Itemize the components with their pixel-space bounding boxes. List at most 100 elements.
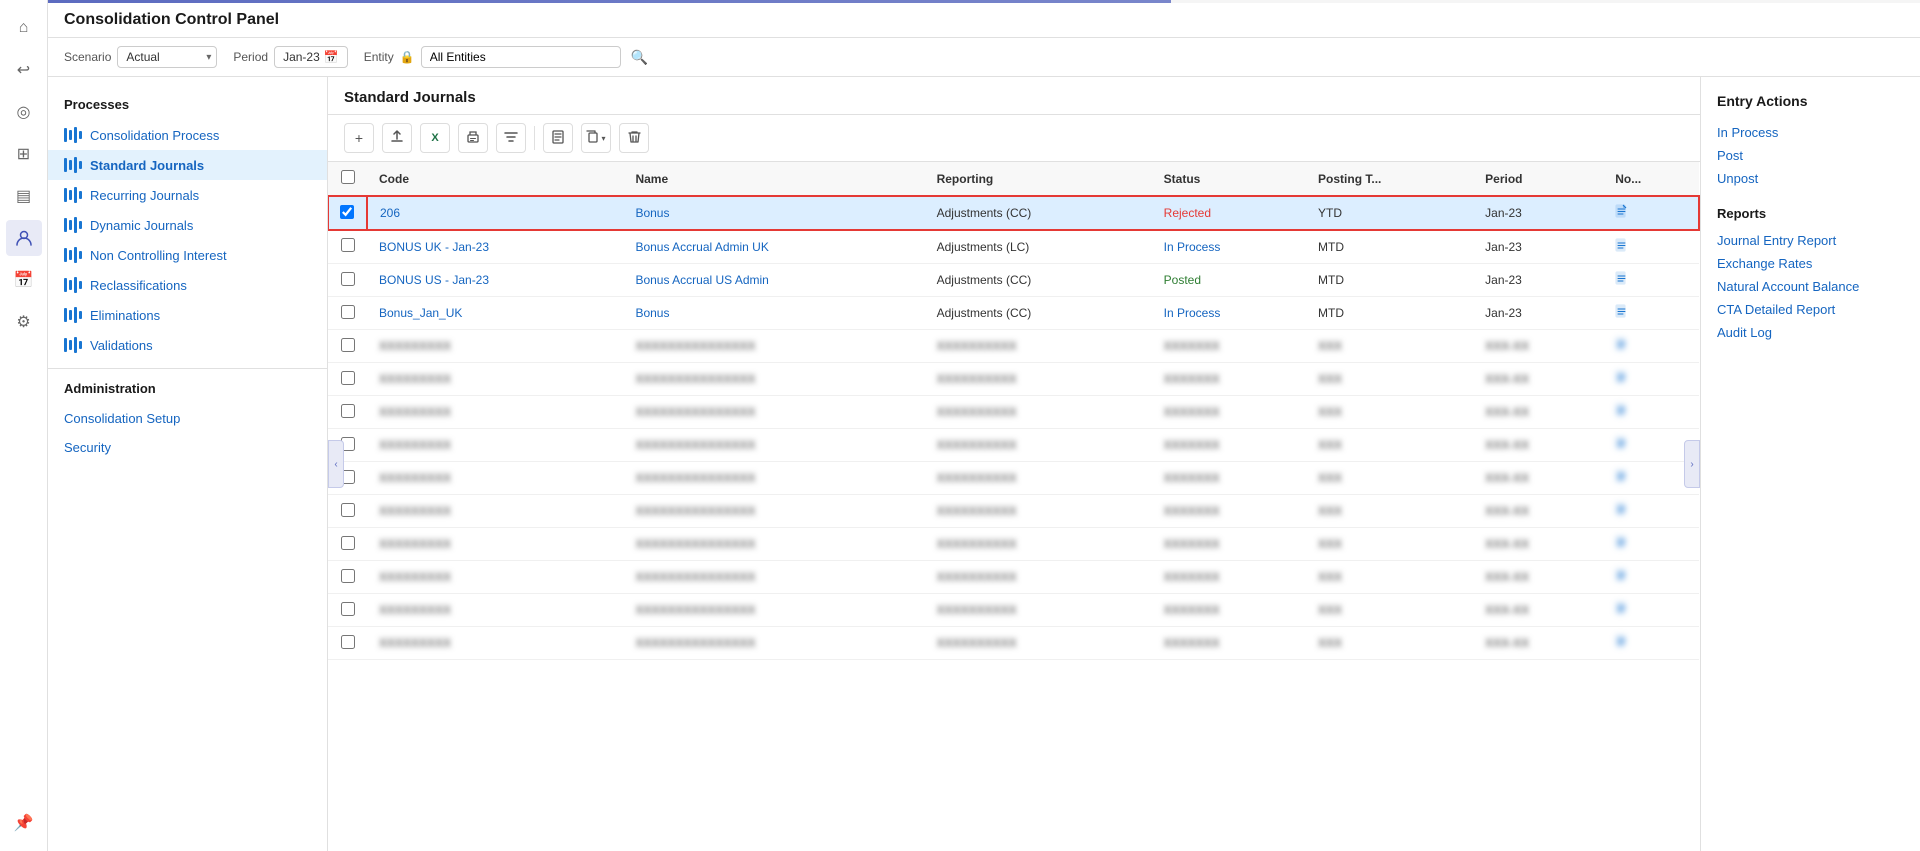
row-doc-icon-cell[interactable] [1603, 363, 1699, 396]
report-audit-log[interactable]: Audit Log [1717, 321, 1904, 344]
row-doc-icon-cell[interactable] [1603, 196, 1699, 230]
sidebar-item-reclassifications[interactable]: Reclassifications [48, 270, 327, 300]
row-doc-icon-cell[interactable] [1603, 594, 1699, 627]
row-doc-icon[interactable] [1615, 439, 1628, 454]
name-link[interactable]: Bonus Accrual US Admin [635, 273, 768, 287]
table-row[interactable]: Bonus_Jan_UK Bonus Adjustments (CC) In P… [328, 297, 1699, 330]
row-doc-icon[interactable] [1615, 307, 1628, 322]
pin-icon[interactable]: 📌 [6, 805, 42, 841]
row-name[interactable]: Bonus Accrual Admin UK [623, 230, 924, 264]
row-checkbox[interactable] [341, 371, 355, 385]
sidebar-item-nci[interactable]: Non Controlling Interest [48, 240, 327, 270]
doc-button[interactable] [543, 123, 573, 153]
person-icon[interactable] [6, 220, 42, 256]
table-row[interactable]: BONUS US - Jan-23 Bonus Accrual US Admin… [328, 264, 1699, 297]
table-row[interactable]: XXXXXXXXX XXXXXXXXXXXXXXX XXXXXXXXXX XXX… [328, 429, 1699, 462]
upload-button[interactable] [382, 123, 412, 153]
row-doc-icon-cell[interactable] [1603, 627, 1699, 660]
add-button[interactable]: + [344, 123, 374, 153]
row-doc-icon-cell[interactable] [1603, 297, 1699, 330]
sidebar-item-standard-journals[interactable]: Standard Journals [48, 150, 327, 180]
settings-icon[interactable]: ⚙ [6, 304, 42, 340]
row-checkbox[interactable] [341, 536, 355, 550]
row-doc-icon[interactable] [1615, 406, 1628, 421]
report-natural-account-balance[interactable]: Natural Account Balance [1717, 275, 1904, 298]
report-exchange-rates[interactable]: Exchange Rates [1717, 252, 1904, 275]
row-code[interactable]: Bonus_Jan_UK [367, 297, 623, 330]
row-doc-icon[interactable] [1615, 274, 1628, 289]
row-name[interactable]: Bonus [623, 297, 924, 330]
sidebar-item-recurring-journals[interactable]: Recurring Journals [48, 180, 327, 210]
code-link[interactable]: 206 [380, 206, 400, 220]
action-unpost[interactable]: Unpost [1717, 167, 1904, 190]
row-doc-icon[interactable] [1615, 373, 1628, 388]
excel-button[interactable]: X [420, 123, 450, 153]
sidebar-item-consolidation-process[interactable]: Consolidation Process [48, 120, 327, 150]
action-post[interactable]: Post [1717, 144, 1904, 167]
action-in-process[interactable]: In Process [1717, 121, 1904, 144]
row-doc-icon[interactable] [1615, 207, 1628, 222]
row-doc-icon[interactable] [1615, 571, 1628, 586]
row-checkbox[interactable] [341, 338, 355, 352]
row-checkbox[interactable] [340, 205, 354, 219]
back-icon[interactable]: ↩ [6, 52, 42, 88]
row-checkbox[interactable] [341, 404, 355, 418]
home-icon[interactable]: ⌂ [6, 10, 42, 46]
row-doc-icon-cell[interactable] [1603, 528, 1699, 561]
entity-input[interactable] [421, 46, 621, 68]
row-checkbox[interactable] [341, 569, 355, 583]
row-code[interactable]: BONUS UK - Jan-23 [367, 230, 623, 264]
row-checkbox[interactable] [341, 238, 355, 252]
row-checkbox[interactable] [341, 503, 355, 517]
code-link[interactable]: Bonus_Jan_UK [379, 306, 462, 320]
row-doc-icon[interactable] [1615, 241, 1628, 256]
row-doc-icon-cell[interactable] [1603, 330, 1699, 363]
select-all-checkbox[interactable] [341, 170, 355, 184]
row-checkbox[interactable] [341, 305, 355, 319]
row-doc-icon-cell[interactable] [1603, 495, 1699, 528]
code-link[interactable]: BONUS US - Jan-23 [379, 273, 489, 287]
chart-icon[interactable]: ▤ [6, 178, 42, 214]
row-doc-icon-cell[interactable] [1603, 264, 1699, 297]
row-checkbox[interactable] [341, 602, 355, 616]
row-doc-icon-cell[interactable] [1603, 230, 1699, 264]
row-doc-icon[interactable] [1615, 604, 1628, 619]
row-name[interactable]: Bonus [623, 196, 924, 230]
sidebar-item-validations[interactable]: Validations [48, 330, 327, 360]
table-row[interactable]: XXXXXXXXX XXXXXXXXXXXXXXX XXXXXXXXXX XXX… [328, 561, 1699, 594]
table-row[interactable]: 206 Bonus Adjustments (CC) Rejected YTD … [328, 196, 1699, 230]
print-button[interactable] [458, 123, 488, 153]
scenario-select[interactable]: Actual [117, 46, 217, 68]
grid-icon[interactable]: ⊞ [6, 136, 42, 172]
table-row[interactable]: XXXXXXXXX XXXXXXXXXXXXXXX XXXXXXXXXX XXX… [328, 594, 1699, 627]
period-input[interactable]: Jan-23 📅 [274, 46, 348, 68]
copy-button[interactable]: ▾ [581, 123, 611, 153]
row-doc-icon-cell[interactable] [1603, 561, 1699, 594]
row-checkbox[interactable] [341, 272, 355, 286]
table-row[interactable]: XXXXXXXXX XXXXXXXXXXXXXXX XXXXXXXXXX XXX… [328, 330, 1699, 363]
name-link[interactable]: Bonus Accrual Admin UK [635, 240, 768, 254]
table-row[interactable]: XXXXXXXXX XXXXXXXXXXXXXXX XXXXXXXXXX XXX… [328, 462, 1699, 495]
code-link[interactable]: BONUS UK - Jan-23 [379, 240, 489, 254]
row-doc-icon[interactable] [1615, 472, 1628, 487]
sidebar-collapse-button[interactable]: ‹ [328, 440, 344, 488]
row-doc-icon-cell[interactable] [1603, 396, 1699, 429]
sidebar-item-security[interactable]: Security [48, 433, 327, 462]
table-row[interactable]: XXXXXXXXX XXXXXXXXXXXXXXX XXXXXXXXXX XXX… [328, 495, 1699, 528]
table-row[interactable]: XXXXXXXXX XXXXXXXXXXXXXXX XXXXXXXXXX XXX… [328, 396, 1699, 429]
delete-button[interactable] [619, 123, 649, 153]
row-code[interactable]: BONUS US - Jan-23 [367, 264, 623, 297]
target-icon[interactable]: ◎ [6, 94, 42, 130]
report-cta-detailed[interactable]: CTA Detailed Report [1717, 298, 1904, 321]
name-link[interactable]: Bonus [635, 206, 669, 220]
row-code[interactable]: 206 [367, 196, 623, 230]
table-row[interactable]: XXXXXXXXX XXXXXXXXXXXXXXX XXXXXXXXXX XXX… [328, 528, 1699, 561]
calendar-icon[interactable]: 📅 [6, 262, 42, 298]
sidebar-item-dynamic-journals[interactable]: Dynamic Journals [48, 210, 327, 240]
table-row[interactable]: XXXXXXXXX XXXXXXXXXXXXXXX XXXXXXXXXX XXX… [328, 363, 1699, 396]
row-doc-icon[interactable] [1615, 538, 1628, 553]
row-name[interactable]: Bonus Accrual US Admin [623, 264, 924, 297]
sidebar-item-eliminations[interactable]: Eliminations [48, 300, 327, 330]
sidebar-item-consolidation-setup[interactable]: Consolidation Setup [48, 404, 327, 433]
table-row[interactable]: BONUS UK - Jan-23 Bonus Accrual Admin UK… [328, 230, 1699, 264]
